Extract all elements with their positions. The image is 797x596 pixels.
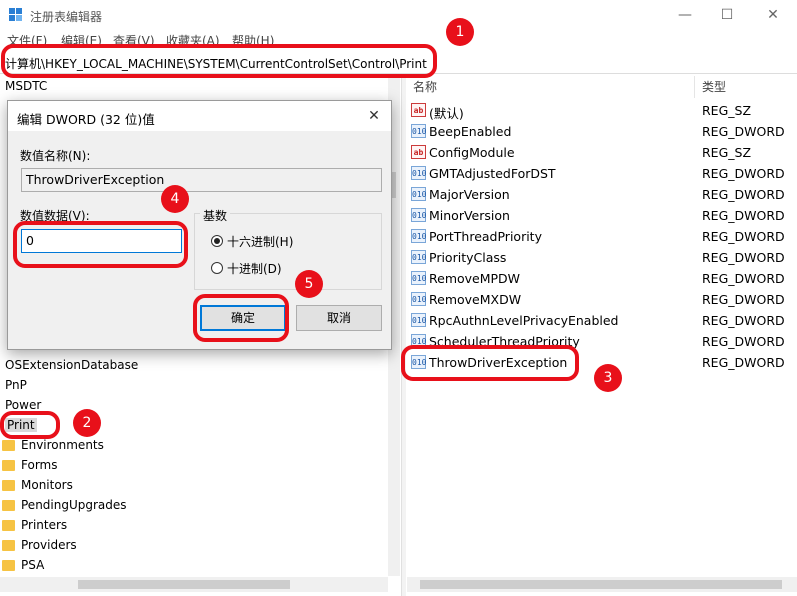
title-bar: 注册表编辑器 — ☐ ✕ — [0, 0, 797, 30]
value-type: REG_DWORD — [702, 271, 785, 286]
folder-icon — [2, 460, 15, 471]
list-item[interactable]: 010 MinorVersion REG_DWORD — [407, 205, 797, 226]
tree-item-msdtc[interactable]: MSDTC — [5, 77, 47, 95]
base-group-title: 基数 — [200, 207, 231, 224]
binary-value-icon: 010 — [411, 124, 426, 138]
list-item[interactable]: 010 RemoveMXDW REG_DWORD — [407, 289, 797, 310]
annotation-badge-2: 2 — [73, 409, 101, 437]
string-value-icon: ab — [411, 103, 426, 117]
dialog-title-bar: 编辑 DWORD (32 位)值 ✕ — [8, 101, 391, 131]
list-item[interactable]: 010 RpcAuthnLevelPrivacyEnabled REG_DWOR… — [407, 310, 797, 331]
value-type: REG_DWORD — [702, 250, 785, 265]
binary-value-icon: 010 — [411, 292, 426, 306]
binary-value-icon: 010 — [411, 229, 426, 243]
tree-item-monitors[interactable]: Monitors — [21, 476, 73, 494]
tree-hscroll-thumb[interactable] — [78, 580, 290, 589]
tree-item-pendingupgrades[interactable]: PendingUpgrades — [21, 496, 127, 514]
value-row-highlight — [401, 345, 579, 381]
value-name: GMTAdjustedForDST — [429, 166, 556, 181]
close-button[interactable]: ✕ — [758, 5, 788, 25]
value-name-field: ThrowDriverException — [21, 168, 382, 192]
list-item[interactable]: 010 MajorVersion REG_DWORD — [407, 184, 797, 205]
list-item[interactable]: 010 BeepEnabled REG_DWORD — [407, 121, 797, 142]
value-type: REG_DWORD — [702, 313, 785, 328]
data-field-highlight — [13, 221, 188, 268]
value-name: PortThreadPriority — [429, 229, 542, 244]
window-title: 注册表编辑器 — [30, 10, 103, 24]
list-item[interactable]: 010 RemoveMPDW REG_DWORD — [407, 268, 797, 289]
value-type: REG_SZ — [702, 145, 752, 160]
tree-item-forms[interactable]: Forms — [21, 456, 57, 474]
value-type: REG_SZ — [702, 103, 752, 118]
value-name: (默认) — [429, 106, 464, 121]
minimize-button[interactable]: — — [670, 5, 700, 25]
value-type: REG_DWORD — [702, 229, 785, 244]
value-name: MinorVersion — [429, 208, 510, 223]
value-name: RemoveMXDW — [429, 292, 522, 307]
tree-item-pnp[interactable]: PnP — [5, 376, 27, 394]
value-type: REG_DWORD — [702, 355, 785, 370]
base-group — [194, 213, 382, 290]
annotation-badge-3: 3 — [594, 364, 622, 392]
list-item[interactable]: 010 GMTAdjustedForDST REG_DWORD — [407, 163, 797, 184]
hex-radio-label[interactable]: 十六进制(H) — [227, 233, 293, 250]
list-hscroll-thumb[interactable] — [420, 580, 782, 589]
value-name: RemoveMPDW — [429, 271, 521, 286]
value-type: REG_DWORD — [702, 187, 785, 202]
value-name: ConfigModule — [429, 145, 515, 160]
binary-value-icon: 010 — [411, 208, 426, 222]
annotation-badge-4: 4 — [161, 185, 189, 213]
value-type: REG_DWORD — [702, 208, 785, 223]
address-highlight — [1, 44, 437, 78]
value-type: REG_DWORD — [702, 292, 785, 307]
list-item[interactable]: ab (默认) REG_SZ — [407, 100, 797, 121]
folder-icon — [2, 480, 15, 491]
value-name: PriorityClass — [429, 250, 507, 265]
value-name-label: 数值名称(N): — [20, 149, 91, 163]
annotation-badge-1: 1 — [446, 18, 474, 46]
binary-value-icon: 010 — [411, 271, 426, 285]
string-value-icon: ab — [411, 145, 426, 159]
column-type-header[interactable]: 类型 — [702, 78, 726, 95]
list-item[interactable]: ab ConfigModule REG_SZ — [407, 142, 797, 163]
decimal-radio-label[interactable]: 十进制(D) — [227, 260, 282, 277]
binary-value-icon: 010 — [411, 166, 426, 180]
print-key-highlight — [0, 411, 60, 439]
value-name: RpcAuthnLevelPrivacyEnabled — [429, 313, 619, 328]
folder-icon — [2, 520, 15, 531]
binary-value-icon: 010 — [411, 313, 426, 327]
folder-icon — [2, 440, 15, 451]
dialog-title: 编辑 DWORD (32 位)值 — [17, 112, 155, 127]
folder-icon — [2, 500, 15, 511]
ok-button-highlight — [193, 294, 289, 342]
regedit-app-icon — [9, 8, 23, 22]
folder-icon — [2, 560, 15, 571]
tree-item-printers[interactable]: Printers — [21, 516, 67, 534]
hex-radio[interactable] — [211, 235, 223, 247]
column-separator[interactable] — [694, 76, 695, 98]
list-item[interactable]: 010 PortThreadPriority REG_DWORD — [407, 226, 797, 247]
value-type: REG_DWORD — [702, 124, 785, 139]
column-name-header[interactable]: 名称 — [413, 78, 437, 95]
decimal-radio[interactable] — [211, 262, 223, 274]
tree-item-providers[interactable]: Providers — [21, 536, 77, 554]
binary-value-icon: 010 — [411, 250, 426, 264]
annotation-badge-5: 5 — [295, 270, 323, 298]
value-type: REG_DWORD — [702, 334, 785, 349]
pane-splitter[interactable] — [401, 76, 406, 596]
maximize-button[interactable]: ☐ — [712, 5, 742, 25]
tree-item-osextensiondatabase[interactable]: OSExtensionDatabase — [5, 356, 138, 374]
tree-item-psa[interactable]: PSA — [21, 556, 44, 574]
value-name: BeepEnabled — [429, 124, 512, 139]
list-item[interactable]: 010 PriorityClass REG_DWORD — [407, 247, 797, 268]
values-list-pane[interactable]: 名称 类型 ab (默认) REG_SZ 010 BeepEnabled REG… — [407, 76, 797, 596]
dialog-close-icon[interactable]: ✕ — [363, 106, 385, 126]
folder-icon — [2, 540, 15, 551]
value-type: REG_DWORD — [702, 166, 785, 181]
value-name: MajorVersion — [429, 187, 510, 202]
binary-value-icon: 010 — [411, 187, 426, 201]
cancel-button[interactable]: 取消 — [296, 305, 382, 331]
